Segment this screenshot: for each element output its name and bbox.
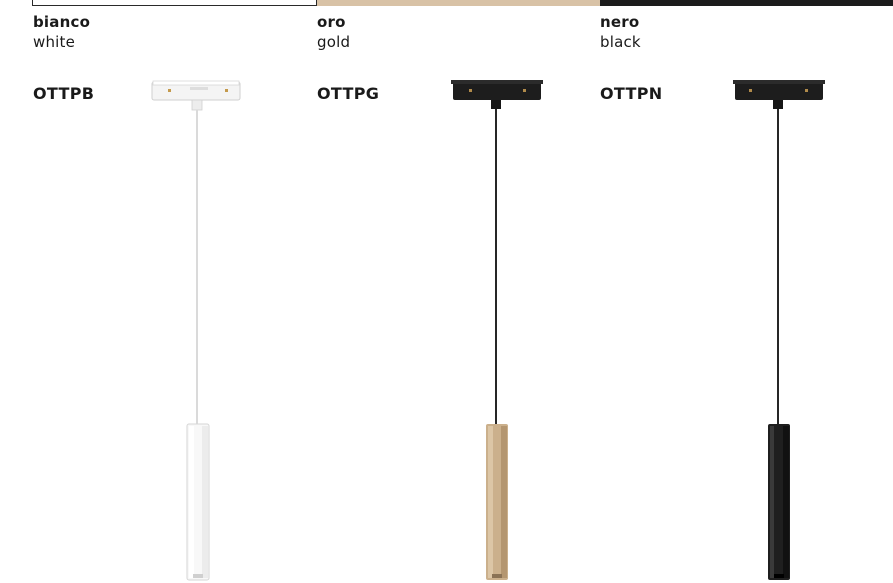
pendant-lamp-black-image <box>733 80 825 580</box>
pendant-lamp-white-image <box>151 80 241 581</box>
product-code: OTTPG <box>317 84 380 103</box>
variant-white: bianco white OTTPB <box>33 0 303 583</box>
color-name-italian: nero <box>600 13 640 31</box>
variant-black: nero black OTTPN <box>600 0 880 583</box>
color-name-english: gold <box>317 33 351 51</box>
color-name-english: white <box>33 33 76 51</box>
variant-gold: oro gold OTTPG <box>317 0 587 583</box>
color-name-italian: bianco <box>33 13 91 31</box>
pendant-lamp-gold-image <box>451 80 543 580</box>
color-name-english: black <box>600 33 641 51</box>
color-name-italian: oro <box>317 13 346 31</box>
product-code: OTTPN <box>600 84 663 103</box>
product-code: OTTPB <box>33 84 95 103</box>
